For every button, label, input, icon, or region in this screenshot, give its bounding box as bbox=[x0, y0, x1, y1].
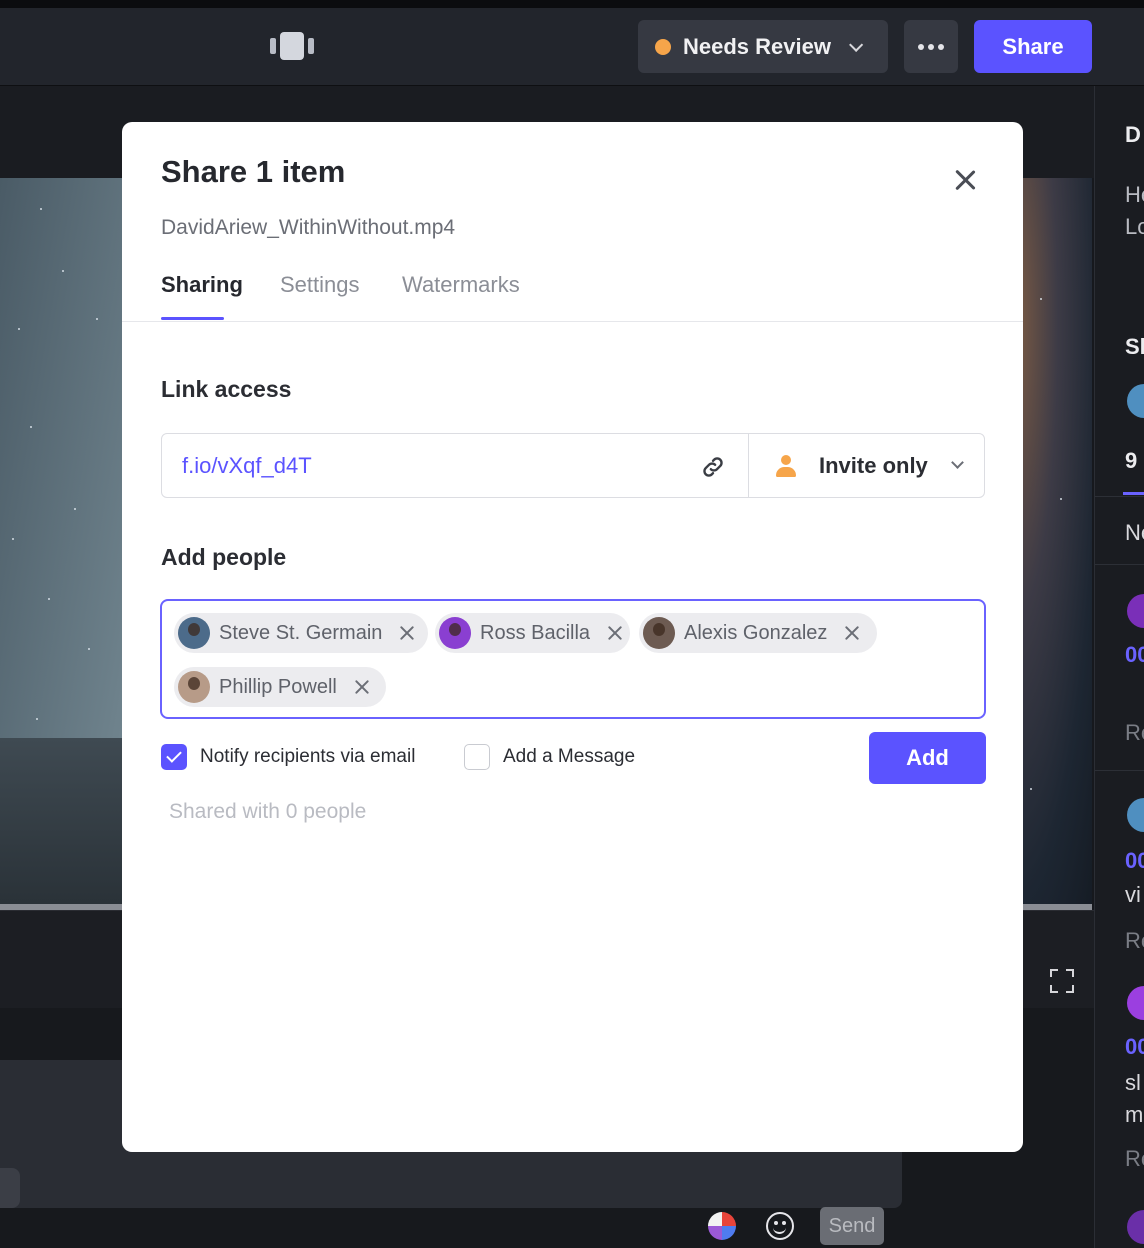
chevron-down-icon bbox=[849, 37, 864, 52]
person-chip-name: Alexis Gonzalez bbox=[684, 621, 828, 644]
add-message-checkbox[interactable] bbox=[464, 744, 490, 770]
remove-person-icon[interactable] bbox=[353, 678, 371, 696]
top-bar: Needs Review Share bbox=[0, 0, 1144, 86]
avatar bbox=[1127, 594, 1144, 628]
panel-fragment: sl bbox=[1125, 1070, 1141, 1095]
person-chip: Ross Bacilla bbox=[435, 613, 630, 653]
tab-sharing[interactable]: Sharing bbox=[161, 272, 243, 298]
panel-fragment[interactable]: Re bbox=[1125, 1146, 1144, 1172]
people-input[interactable]: Steve St. Germain Ross Bacilla Alexis Go… bbox=[160, 599, 986, 719]
send-button[interactable]: Send bbox=[820, 1207, 884, 1245]
person-chip-name: Steve St. Germain bbox=[219, 621, 383, 644]
emoji-icon[interactable] bbox=[766, 1212, 794, 1240]
chevron-down-icon[interactable] bbox=[0, 1168, 20, 1208]
remove-person-icon[interactable] bbox=[843, 624, 861, 642]
panel-fragment: m bbox=[1125, 1102, 1144, 1127]
panel-fragment: vi bbox=[1125, 882, 1141, 907]
remove-person-icon[interactable] bbox=[606, 624, 624, 642]
dialog-title: Share 1 item bbox=[161, 154, 346, 189]
panel-fragment[interactable]: Ne bbox=[1125, 520, 1144, 546]
access-level-dropdown[interactable]: Invite only bbox=[749, 434, 985, 497]
person-chip: Phillip Powell bbox=[174, 667, 386, 707]
avatar bbox=[1127, 986, 1144, 1020]
ellipsis-icon bbox=[918, 43, 924, 50]
chevron-down-icon bbox=[951, 456, 964, 469]
status-dropdown[interactable]: Needs Review bbox=[638, 20, 888, 73]
add-people-heading: Add people bbox=[161, 544, 287, 570]
panel-fragment[interactable]: 00 bbox=[1125, 1034, 1144, 1060]
avatar bbox=[1127, 1210, 1144, 1244]
paint-brush-icon[interactable] bbox=[708, 1212, 736, 1240]
view-mode-icon[interactable] bbox=[270, 32, 316, 60]
avatar bbox=[643, 617, 675, 649]
more-options-button[interactable] bbox=[904, 20, 958, 73]
person-icon bbox=[776, 454, 796, 477]
add-button[interactable]: Add bbox=[869, 732, 986, 784]
person-chip: Steve St. Germain bbox=[174, 613, 428, 653]
link-icon[interactable] bbox=[700, 454, 726, 480]
avatar bbox=[1127, 798, 1144, 832]
file-name: DavidAriew_WithinWithout.mp4 bbox=[161, 216, 456, 239]
shared-with-count: Shared with 0 people bbox=[169, 800, 367, 823]
link-access-heading: Link access bbox=[161, 376, 292, 402]
avatar bbox=[178, 671, 210, 703]
person-chip: Alexis Gonzalez bbox=[639, 613, 877, 653]
fullscreen-icon[interactable] bbox=[1050, 969, 1074, 993]
add-message-label: Add a Message bbox=[503, 746, 636, 767]
share-button[interactable]: Share bbox=[974, 20, 1092, 73]
remove-person-icon[interactable] bbox=[398, 624, 416, 642]
person-chip-name: Phillip Powell bbox=[219, 675, 337, 698]
panel-fragment[interactable]: Re bbox=[1125, 720, 1144, 746]
access-level-value: Invite only bbox=[819, 452, 928, 478]
active-tab-indicator bbox=[161, 317, 224, 320]
tab-bar: Sharing Settings Watermarks bbox=[122, 262, 1023, 322]
panel-fragment: D bbox=[1125, 122, 1141, 147]
panel-fragment[interactable]: 00 bbox=[1125, 848, 1144, 874]
tab-settings[interactable]: Settings bbox=[280, 272, 360, 298]
share-dialog: Share 1 item DavidAriew_WithinWithout.mp… bbox=[122, 122, 1023, 1152]
panel-fragment: 9 bbox=[1125, 448, 1138, 473]
comments-panel: D He Lo Sh 9 Ne 00 Re 00 vi Re 00 sl m R… bbox=[1094, 86, 1144, 1248]
person-chip-name: Ross Bacilla bbox=[480, 621, 591, 644]
notify-checkbox[interactable] bbox=[161, 744, 187, 770]
close-icon[interactable] bbox=[950, 165, 980, 195]
avatar bbox=[439, 617, 471, 649]
avatar bbox=[178, 617, 210, 649]
panel-fragment: Lo bbox=[1125, 214, 1144, 239]
panel-fragment: He bbox=[1125, 182, 1144, 207]
link-access-field: f.io/vXqf_d4T Invite only bbox=[161, 433, 985, 498]
share-link-url[interactable]: f.io/vXqf_d4T bbox=[182, 453, 312, 479]
avatar bbox=[1127, 384, 1144, 418]
status-label: Needs Review bbox=[683, 33, 831, 59]
panel-fragment[interactable]: Re bbox=[1125, 928, 1144, 954]
tab-watermarks[interactable]: Watermarks bbox=[402, 272, 520, 298]
panel-fragment: Sh bbox=[1125, 334, 1144, 359]
notify-label: Notify recipients via email bbox=[200, 746, 416, 767]
status-dot-icon bbox=[655, 38, 671, 55]
panel-fragment[interactable]: 00 bbox=[1125, 642, 1144, 668]
